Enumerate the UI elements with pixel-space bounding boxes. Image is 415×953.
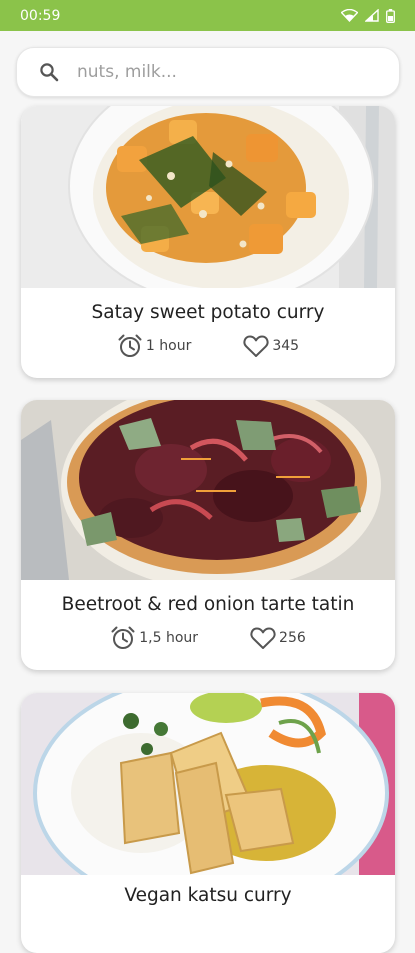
recipe-likes-count: 345 [272,338,300,354]
status-icons [341,8,395,23]
status-bar: 00:59 [0,0,415,31]
recipe-time-value: 1,5 hour [139,630,199,646]
recipe-image [21,400,395,580]
heart-icon [250,627,276,649]
recipe-meta: 1 hour 345 [21,333,395,359]
recipe-time-value: 1 hour [145,338,192,354]
status-time: 00:59 [20,7,61,24]
alarm-clock-icon [111,626,135,649]
recipe-likes[interactable]: 345 [243,334,299,358]
recipe-title: Vegan katsu curry [124,885,292,906]
signal-icon [365,9,379,22]
recipe-time: 1 hour [117,333,191,359]
wifi-icon [341,9,358,22]
recipe-card-satay-sweet-potato-curry[interactable]: Satay sweet potato curry 1 hour 345 [21,106,395,378]
alarm-clock-icon [118,334,142,357]
recipe-title: Beetroot & red onion tarte tatin [61,594,355,615]
recipe-likes-count: 256 [279,630,306,646]
search-bar[interactable] [16,47,400,97]
heart-icon [243,335,269,357]
recipe-title: Satay sweet potato curry [91,302,325,323]
search-icon [40,63,59,82]
battery-icon [386,8,395,23]
recipe-likes[interactable]: 256 [250,626,306,650]
recipe-image [21,106,395,288]
recipe-card-vegan-katsu-curry[interactable]: Vegan katsu curry [21,693,395,953]
search-input[interactable] [75,61,369,83]
recipe-meta: 1,5 hour 256 [21,625,395,651]
recipe-time: 1,5 hour [110,625,198,651]
recipe-image [21,693,395,875]
recipe-card-beetroot-red-onion-tarte-tatin[interactable]: Beetroot & red onion tarte tatin 1,5 hou… [21,400,395,670]
